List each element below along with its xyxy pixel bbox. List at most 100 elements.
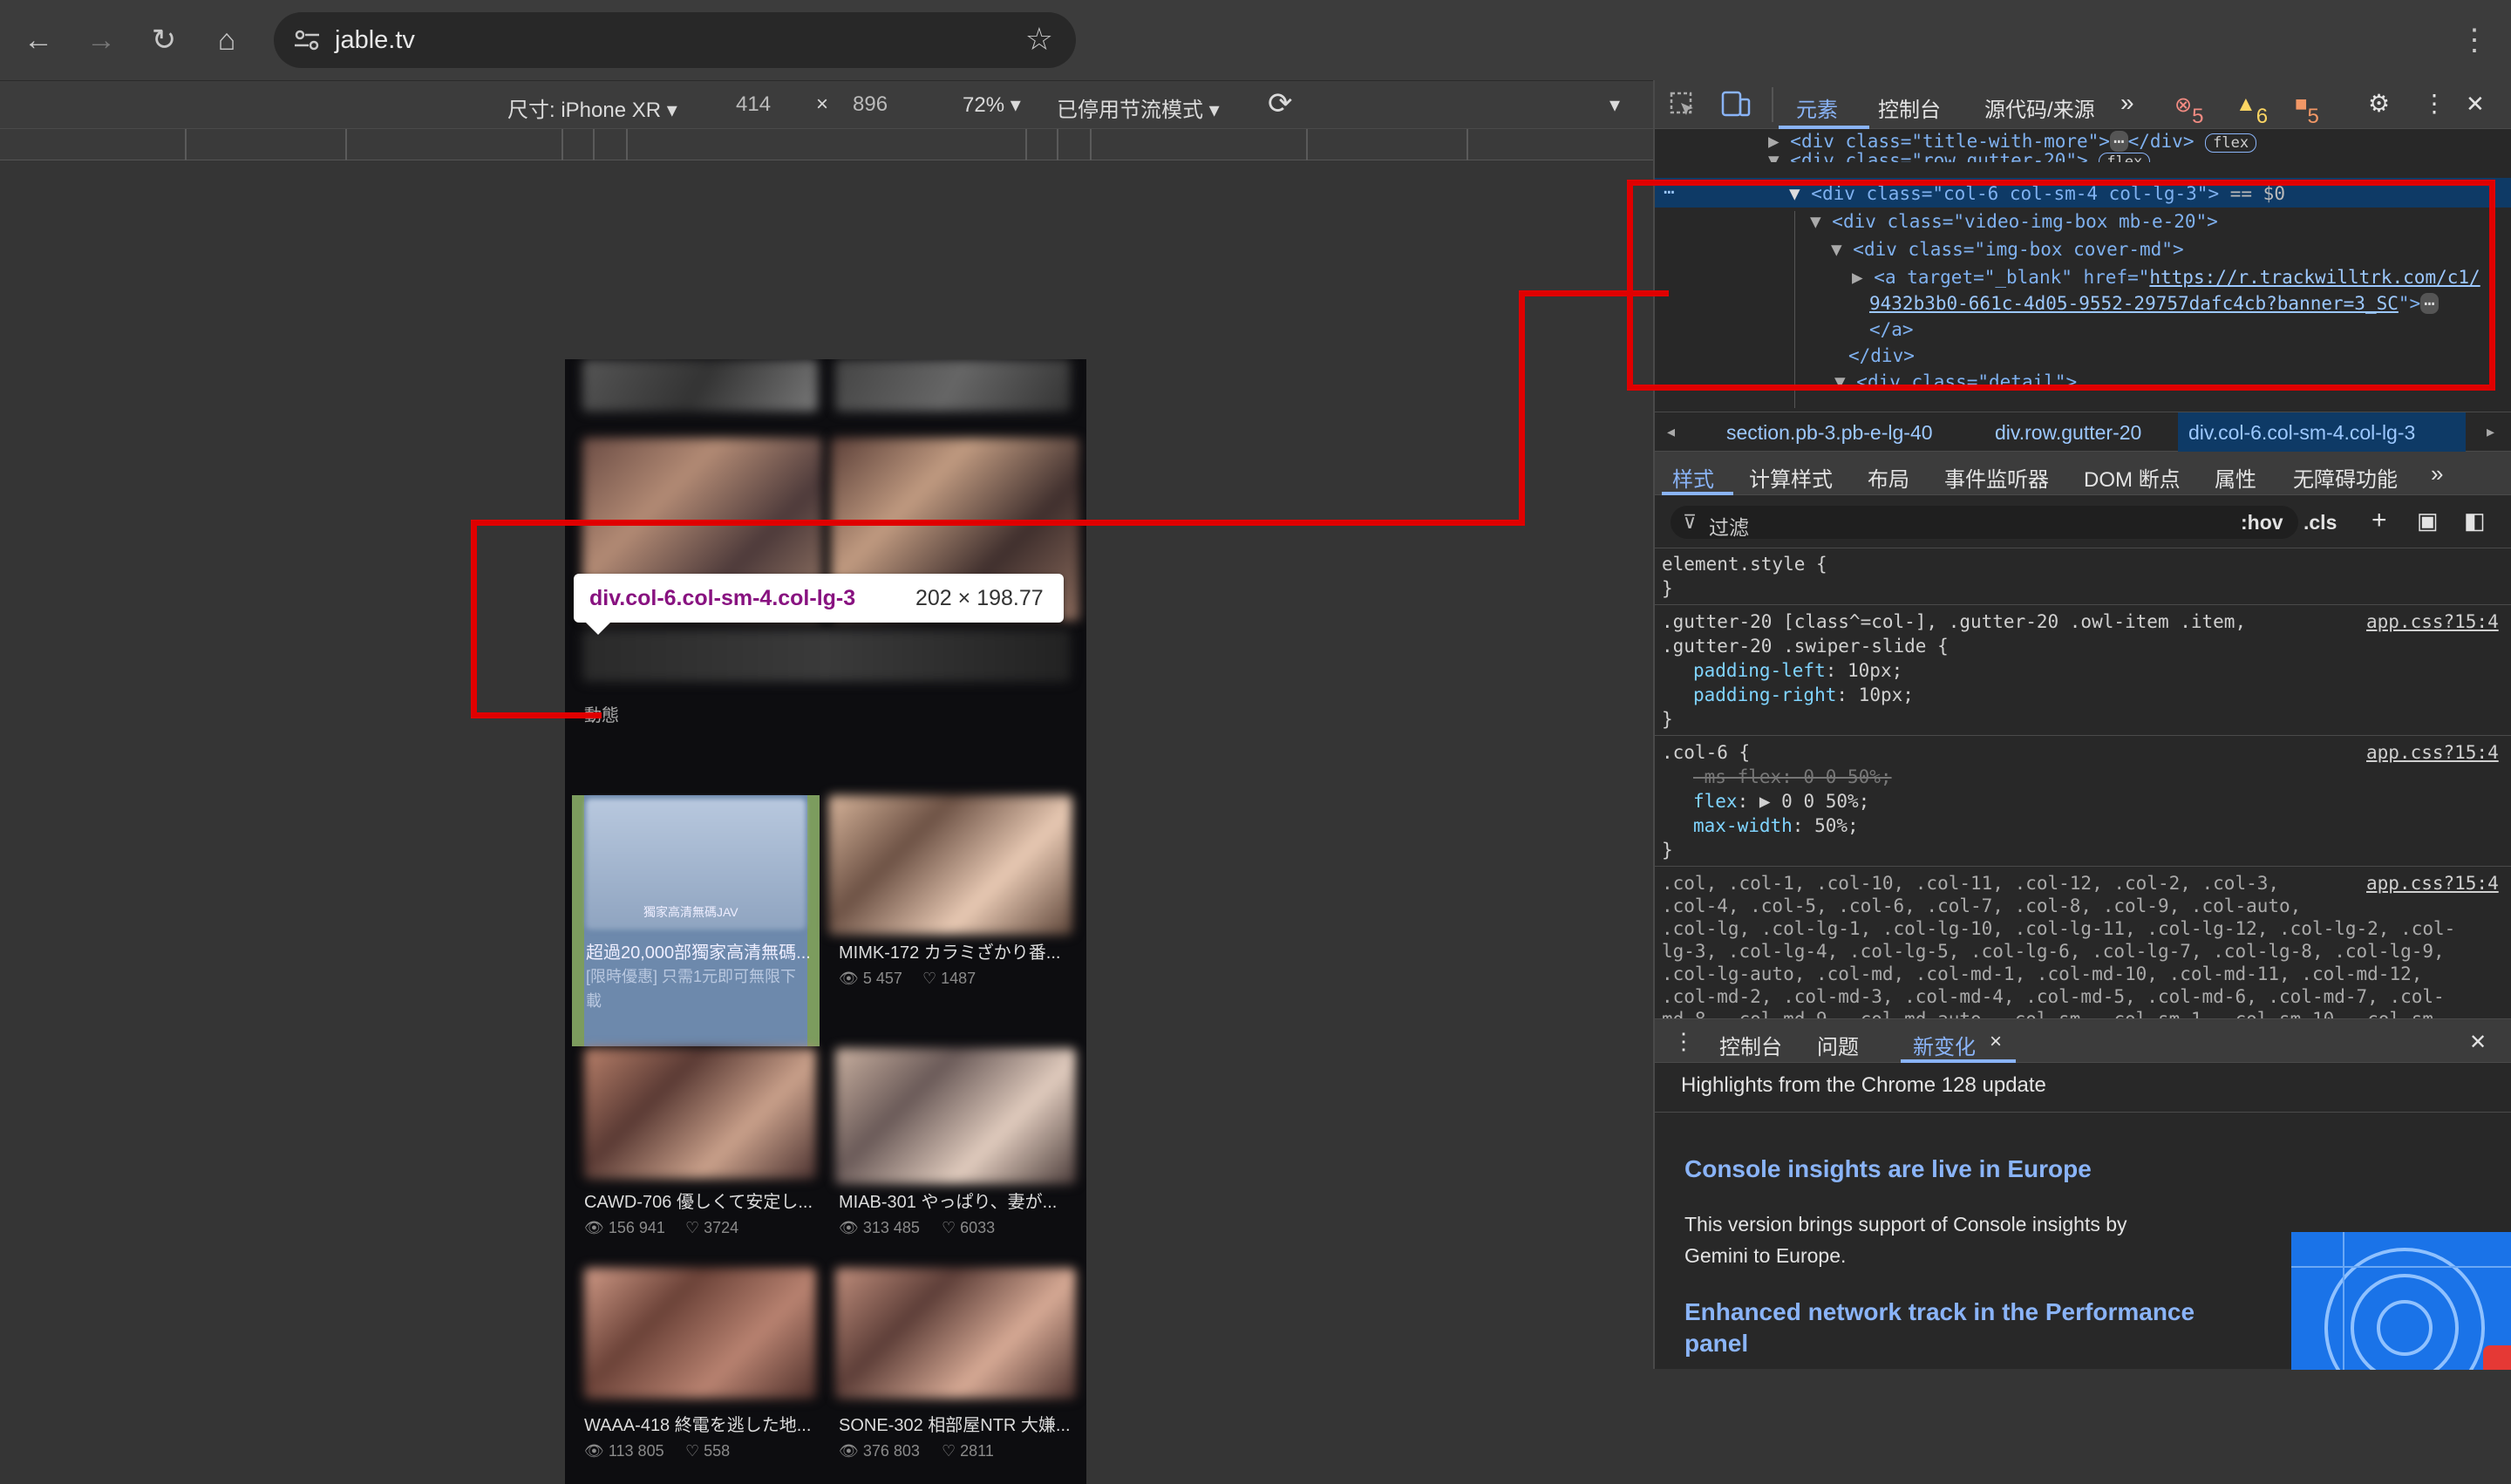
inspect-element-icon[interactable] [1669, 91, 1697, 119]
tab-event-listeners[interactable]: 事件监听器 [1944, 462, 2049, 493]
more-tabs-icon[interactable]: » [2120, 89, 2134, 117]
annotation-connector [471, 520, 477, 718]
feature-description: This version brings support of Console i… [1684, 1213, 2127, 1236]
site-info-icon[interactable] [293, 28, 321, 52]
devtools-menu-icon[interactable]: ⋮ [2422, 89, 2446, 118]
card-title[interactable]: MIAB-301 やっぱり、妻が... [839, 1188, 1076, 1213]
sidebar-toggle-icon[interactable]: ◧ [2464, 507, 2486, 534]
tab-styles[interactable]: 样式 [1672, 462, 1714, 493]
dom-node[interactable]: ▶ <div class="title-with-more"> ⋯ </div> f… [1768, 131, 2257, 153]
stylesheet-link[interactable]: app.css?15:4 [2366, 873, 2499, 894]
drawer-tab-console[interactable]: 控制台 [1719, 1030, 1782, 1060]
media-query-ruler[interactable] [0, 129, 1653, 160]
more-subtabs-icon[interactable]: » [2431, 460, 2443, 487]
video-thumbnail[interactable] [584, 1048, 816, 1179]
video-thumbnail[interactable] [584, 1268, 816, 1399]
settings-gear-icon[interactable]: ⚙ [2368, 89, 2390, 118]
card-title[interactable]: WAAA-418 終電を逃した地... [584, 1411, 820, 1436]
error-count[interactable]: ⊗ 5 [2174, 92, 2203, 128]
tab-elements[interactable]: 元素 [1796, 92, 1838, 123]
rule-selector[interactable]: .col-md-2, .col-md-3, .col-md-4, .col-md… [1662, 986, 2445, 1007]
cls-toggle[interactable]: .cls [2303, 511, 2337, 534]
css-declaration[interactable]: flex: ▶ 0 0 50%; [1693, 791, 1869, 812]
mobile-page[interactable]: 動態 獨家高清無碼JAV 超過20,000部獨家高清無碼... [限時優惠] 只… [565, 359, 1086, 1484]
rule-selector[interactable]: .col-lg-auto, .col-md, .col-md-1, .col-m… [1662, 963, 2422, 984]
styles-filter-input[interactable]: ⊽ 过滤 [1671, 506, 2298, 539]
breadcrumb-item[interactable]: div.row.gutter-20 [1995, 421, 2141, 445]
tooltip-arrow [586, 623, 610, 635]
address-bar[interactable]: jable.tv ☆ [274, 12, 1076, 68]
back-arrow-icon[interactable]: ← [17, 19, 59, 61]
tab-layout[interactable]: 布局 [1868, 462, 1909, 493]
forward-arrow-icon[interactable]: → [80, 19, 122, 61]
feature-title-link[interactable]: panel [1684, 1330, 1748, 1358]
tab-computed[interactable]: 计算样式 [1749, 462, 1833, 493]
active-subtab-indicator [1662, 492, 1733, 495]
browser-menu-icon[interactable]: ⋮ [2453, 19, 2495, 61]
drawer-menu-icon[interactable]: ⋮ [1672, 1028, 1695, 1055]
tab-properties[interactable]: 属性 [2215, 462, 2256, 493]
zoom-select[interactable]: 72% ▾ [963, 92, 1021, 118]
bookmark-star-icon[interactable]: ☆ [1025, 21, 1053, 58]
video-thumbnail[interactable] [835, 1268, 1076, 1399]
element-style-rule[interactable]: element.style { [1662, 554, 1827, 575]
close-devtools-icon[interactable]: ✕ [2466, 91, 2485, 118]
device-width-input[interactable]: 414 [736, 92, 771, 117]
device-select[interactable]: 尺寸: iPhone XR ▾ [507, 92, 677, 123]
video-thumbnail [582, 630, 1071, 682]
device-toggle-icon[interactable] [1721, 91, 1751, 119]
rule-selector[interactable]: .col, .col-1, .col-10, .col-11, .col-12,… [1662, 873, 2279, 894]
paint-bucket-icon[interactable]: ▣ [2417, 507, 2439, 534]
dom-node[interactable]: ▼ <div class="row gutter-20"> flex [1768, 150, 2151, 162]
rule-selector[interactable]: .gutter-20 .swiper-slide { [1662, 636, 1949, 657]
card-subtitle: [限時優惠] 只需1元即可無限下載 [586, 968, 797, 1010]
drawer-tab-whats-new[interactable]: 新变化 [1913, 1030, 1976, 1060]
rule-selector[interactable]: .gutter-20 [class^=col-], .gutter-20 .ow… [1662, 611, 2246, 632]
card-title[interactable]: CAWD-706 優しくて安定し... [584, 1188, 820, 1213]
breadcrumb-item-selected[interactable]: div.col-6.col-sm-4.col-lg-3 [2188, 421, 2415, 445]
home-icon[interactable]: ⌂ [206, 19, 248, 61]
feature-title-link[interactable]: Console insights are live in Europe [1684, 1155, 2092, 1183]
hov-toggle[interactable]: :hov [2241, 511, 2283, 534]
rule-selector[interactable]: .col-4, .col-5, .col-6, .col-7, .col-8, … [1662, 895, 2301, 916]
rule-selector[interactable]: .col-lg, .col-lg-1, .col-lg-10, .col-lg-… [1662, 918, 2455, 939]
video-thumbnail[interactable] [835, 359, 1071, 412]
video-thumbnail[interactable] [582, 359, 818, 412]
device-toolbar: 尺寸: iPhone XR ▾ 414 × 896 72% ▾ 已停用节流模式 … [0, 80, 1653, 129]
drawer-tab-issues[interactable]: 问题 [1817, 1030, 1859, 1060]
rule-selector[interactable]: .col-6 { [1662, 742, 1750, 763]
close-drawer-icon[interactable]: ✕ [2469, 1030, 2487, 1055]
css-declaration-overridden[interactable]: -ms-flex: 0 0 50%; [1693, 766, 1892, 787]
video-thumbnail[interactable] [835, 1048, 1076, 1184]
card-title[interactable]: SONE-302 相部屋NTR 大嫌... [839, 1411, 1076, 1436]
css-declaration[interactable]: padding-right: 10px; [1693, 684, 1914, 705]
breadcrumb-item[interactable]: section.pb-3.pb-e-lg-40 [1726, 421, 1933, 445]
device-height-input[interactable]: 896 [853, 92, 888, 117]
tab-sources[interactable]: 源代码/来源 [1984, 92, 2095, 123]
breadcrumb-left-icon[interactable]: ◂ [1667, 423, 1675, 441]
css-declaration[interactable]: max-width: 50%; [1693, 815, 1859, 836]
card-title[interactable]: 超過20,000部獨家高清無碼... [586, 938, 811, 963]
tab-accessibility[interactable]: 无障碍功能 [2293, 462, 2398, 493]
video-thumbnail[interactable] [828, 795, 1072, 935]
rotate-icon[interactable]: ⟳ [1268, 86, 1293, 121]
feature-title-link[interactable]: Enhanced network track in the Performanc… [1684, 1298, 2195, 1326]
css-declaration[interactable]: padding-left: 10px; [1693, 660, 1902, 681]
warning-count[interactable]: ▲ 6 [2235, 92, 2268, 128]
throttle-select[interactable]: 已停用节流模式 ▾ [1057, 92, 1220, 123]
card-title[interactable]: MIMK-172 カラミざかり番... [839, 938, 1076, 963]
new-style-rule-icon[interactable]: + [2372, 506, 2387, 535]
breadcrumb-right-icon[interactable]: ▸ [2487, 423, 2494, 441]
like-count: ♡ 3724 [685, 1219, 739, 1236]
device-toolbar-more-icon[interactable]: ▾ [1609, 92, 1620, 118]
url-text[interactable]: jable.tv [335, 26, 415, 55]
tab-console[interactable]: 控制台 [1878, 92, 1941, 123]
emulated-viewport: 動態 獨家高清無碼JAV 超過20,000部獨家高清無碼... [限時優惠] 只… [0, 160, 1653, 1484]
reload-icon[interactable]: ↻ [143, 19, 185, 61]
close-tab-icon[interactable]: × [1990, 1030, 2002, 1054]
rule-selector[interactable]: lg-3, .col-lg-4, .col-lg-5, .col-lg-6, .… [1662, 941, 2445, 962]
issue-count[interactable]: ■ 5 [2295, 92, 2319, 128]
stylesheet-link[interactable]: app.css?15:4 [2366, 742, 2499, 763]
stylesheet-link[interactable]: app.css?15:4 [2366, 611, 2499, 632]
tab-dom-breakpoints[interactable]: DOM 断点 [2084, 462, 2181, 493]
